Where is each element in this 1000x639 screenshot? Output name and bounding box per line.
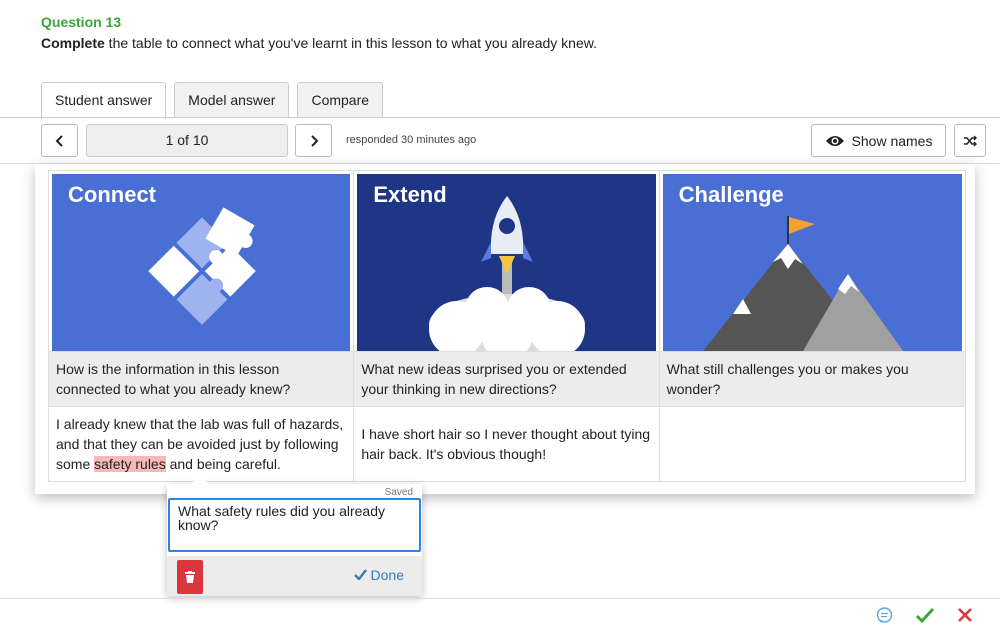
connect-answer[interactable]: I already knew that the lab was full of … [49, 406, 355, 481]
response-card: Connect Extend Challenge How is the info… [35, 164, 975, 494]
ceec-table: Connect Extend Challenge How is the info… [48, 170, 966, 482]
connect-image-cell: Connect [49, 171, 355, 351]
tab-student-answer[interactable]: Student answer [41, 82, 167, 119]
connect-image: Connect [52, 174, 351, 351]
challenge-answer[interactable] [659, 406, 965, 481]
answer-tabs: Student answer Model answer Compare [41, 82, 384, 119]
rocket-icon [429, 196, 586, 351]
comment-textarea[interactable]: What safety rules did you already know? [168, 498, 421, 552]
shuffle-button[interactable] [954, 124, 986, 157]
instruction-rest: the table to connect what you've learnt … [104, 35, 597, 51]
extend-answer[interactable]: I have short hair so I never thought abo… [354, 406, 660, 481]
delete-comment-button[interactable] [177, 560, 203, 594]
eye-icon [825, 135, 844, 146]
mountain-icon [702, 216, 903, 351]
trash-icon [185, 571, 195, 583]
challenge-image: Challenge [662, 174, 962, 351]
responded-time: responded 30 minutes ago [346, 134, 477, 146]
shuffle-icon [964, 135, 977, 146]
puzzle-icon [148, 207, 256, 325]
comment-popup: Saved What safety rules did you already … [167, 484, 422, 596]
done-label: Done [370, 567, 404, 583]
done-button[interactable]: Done [353, 567, 404, 583]
question-number: Question 13 [41, 14, 122, 30]
connect-answer-text: I already knew that the lab was full of … [56, 414, 346, 474]
highlighted-text[interactable]: safety rules [94, 456, 166, 472]
tab-compare[interactable]: Compare [297, 82, 384, 118]
prompt-row: How is the information in this lesson co… [49, 351, 965, 406]
image-row: Connect Extend Challenge [49, 171, 965, 351]
mark-correct-button[interactable] [915, 607, 935, 629]
show-names-button[interactable]: Show names [811, 124, 946, 157]
extend-prompt: What new ideas surprised you or extended… [354, 351, 660, 406]
challenge-prompt: What still challenges you or makes you w… [659, 351, 965, 406]
tick-icon [915, 607, 935, 624]
prev-button[interactable] [41, 124, 78, 157]
show-names-label: Show names [851, 132, 933, 149]
connect-prompt: How is the information in this lesson co… [49, 351, 355, 406]
mark-incorrect-button[interactable] [957, 607, 973, 628]
comment-icon [876, 607, 893, 623]
chevron-right-icon [310, 134, 318, 147]
question-instruction: Complete the table to connect what you'v… [41, 35, 597, 51]
comment-footer: Done [167, 556, 422, 596]
extend-image: Extend [357, 174, 656, 351]
bottom-divider [0, 598, 1000, 599]
check-icon [353, 569, 367, 581]
question-header: Question 13 Complete the table to connec… [41, 14, 597, 51]
extend-image-cell: Extend [354, 171, 660, 351]
tab-model-answer[interactable]: Model answer [174, 82, 290, 118]
answer-row: I already knew that the lab was full of … [49, 406, 965, 481]
challenge-image-cell: Challenge [660, 171, 965, 351]
popup-pointer [190, 475, 210, 485]
toolbar: 1 of 10 responded 30 minutes ago Show na… [0, 118, 1000, 164]
comment-button[interactable] [876, 607, 893, 629]
cross-icon [958, 608, 972, 622]
connect-answer-post: and being careful. [165, 456, 281, 472]
instruction-bold: Complete [41, 35, 105, 51]
pager-display: 1 of 10 [86, 124, 288, 157]
saved-label: Saved [384, 487, 413, 498]
next-button[interactable] [295, 124, 332, 157]
chevron-left-icon [55, 134, 63, 147]
